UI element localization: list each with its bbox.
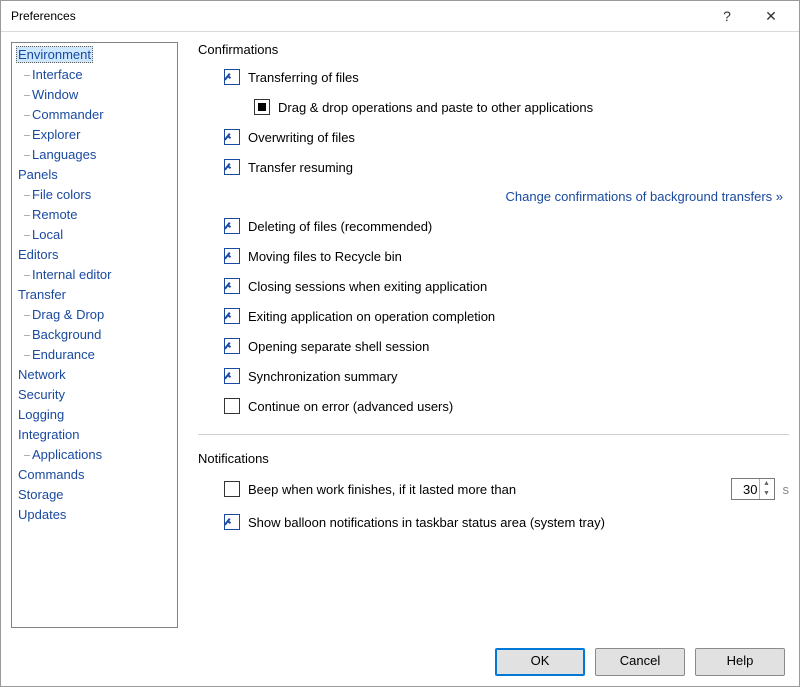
checkbox-sync[interactable] [224, 368, 240, 384]
section-divider [198, 434, 789, 435]
tree-item[interactable]: Panels [12, 165, 177, 185]
checkbox-transferring[interactable] [224, 69, 240, 85]
row-transferring: Transferring of files [198, 69, 789, 85]
unit-seconds: s [783, 482, 790, 497]
checkbox-exiting[interactable] [224, 308, 240, 324]
tree-item[interactable]: Security [12, 385, 177, 405]
tree-item[interactable]: Window [12, 85, 177, 105]
nav-tree[interactable]: EnvironmentInterfaceWindowCommanderExplo… [11, 42, 178, 628]
label-overwriting: Overwriting of files [248, 130, 355, 145]
label-shell: Opening separate shell session [248, 339, 429, 354]
checkbox-deleting[interactable] [224, 218, 240, 234]
row-resuming: Transfer resuming [198, 159, 789, 175]
tree-item[interactable]: Drag & Drop [12, 305, 177, 325]
help-icon[interactable]: ? [705, 2, 749, 30]
tree-item[interactable]: Commander [12, 105, 177, 125]
checkbox-closing[interactable] [224, 278, 240, 294]
row-continue: Continue on error (advanced users) [198, 398, 789, 414]
settings-panel: Confirmations Transferring of files Drag… [198, 42, 789, 628]
tree-item[interactable]: Storage [12, 485, 177, 505]
label-deleting: Deleting of files (recommended) [248, 219, 432, 234]
spinner-up-icon[interactable]: ▲ [760, 479, 774, 489]
label-closing: Closing sessions when exiting applicatio… [248, 279, 487, 294]
spinner-down-icon[interactable]: ▼ [760, 489, 774, 499]
label-continue: Continue on error (advanced users) [248, 399, 453, 414]
section-confirmations-title: Confirmations [198, 42, 789, 57]
label-transferring: Transferring of files [248, 70, 359, 85]
label-exiting: Exiting application on operation complet… [248, 309, 495, 324]
checkbox-dragdrop[interactable] [254, 99, 270, 115]
preferences-window: Preferences ? ✕ EnvironmentInterfaceWind… [0, 0, 800, 687]
spinner-value: 30 [743, 482, 757, 497]
tree-item[interactable]: Environment [12, 45, 177, 65]
tree-item[interactable]: Languages [12, 145, 177, 165]
help-button[interactable]: Help [695, 648, 785, 676]
checkbox-beep[interactable] [224, 481, 240, 497]
tree-item[interactable]: Local [12, 225, 177, 245]
tree-item[interactable]: Remote [12, 205, 177, 225]
tree-item[interactable]: Internal editor [12, 265, 177, 285]
spinner-beep-seconds[interactable]: 30 ▲ ▼ [731, 478, 775, 500]
checkbox-shell[interactable] [224, 338, 240, 354]
tree-item[interactable]: Endurance [12, 345, 177, 365]
ok-button[interactable]: OK [495, 648, 585, 676]
checkbox-balloon[interactable] [224, 514, 240, 530]
checkbox-recycle[interactable] [224, 248, 240, 264]
label-recycle: Moving files to Recycle bin [248, 249, 402, 264]
row-exiting: Exiting application on operation complet… [198, 308, 789, 324]
row-deleting: Deleting of files (recommended) [198, 218, 789, 234]
tree-item[interactable]: Commands [12, 465, 177, 485]
client-area: EnvironmentInterfaceWindowCommanderExplo… [1, 32, 799, 638]
tree-item[interactable]: Explorer [12, 125, 177, 145]
label-resuming: Transfer resuming [248, 160, 353, 175]
tree-item[interactable]: Logging [12, 405, 177, 425]
dialog-footer: OK Cancel Help [1, 638, 799, 686]
tree-item[interactable]: Network [12, 365, 177, 385]
row-balloon: Show balloon notifications in taskbar st… [198, 514, 789, 530]
checkbox-resuming[interactable] [224, 159, 240, 175]
row-sync: Synchronization summary [198, 368, 789, 384]
titlebar: Preferences ? ✕ [1, 1, 799, 32]
section-notifications-title: Notifications [198, 451, 789, 466]
row-closing: Closing sessions when exiting applicatio… [198, 278, 789, 294]
tree-item[interactable]: Integration [12, 425, 177, 445]
row-shell: Opening separate shell session [198, 338, 789, 354]
row-dragdrop: Drag & drop operations and paste to othe… [198, 99, 789, 115]
window-title: Preferences [11, 9, 705, 23]
checkbox-continue[interactable] [224, 398, 240, 414]
label-beep: Beep when work finishes, if it lasted mo… [248, 482, 516, 497]
label-balloon: Show balloon notifications in taskbar st… [248, 515, 605, 530]
tree-item[interactable]: Editors [12, 245, 177, 265]
close-icon[interactable]: ✕ [749, 2, 793, 30]
row-recycle: Moving files to Recycle bin [198, 248, 789, 264]
tree-item[interactable]: Updates [12, 505, 177, 525]
tree-item[interactable]: Background [12, 325, 177, 345]
row-beep: Beep when work finishes, if it lasted mo… [198, 478, 789, 500]
tree-item[interactable]: Transfer [12, 285, 177, 305]
row-overwriting: Overwriting of files [198, 129, 789, 145]
link-background-confirmations[interactable]: Change confirmations of background trans… [506, 189, 784, 204]
checkbox-overwriting[interactable] [224, 129, 240, 145]
tree-item[interactable]: Applications [12, 445, 177, 465]
label-dragdrop: Drag & drop operations and paste to othe… [278, 100, 593, 115]
tree-item[interactable]: File colors [12, 185, 177, 205]
tree-item[interactable]: Interface [12, 65, 177, 85]
label-sync: Synchronization summary [248, 369, 398, 384]
row-bg-link: Change confirmations of background trans… [198, 189, 789, 204]
cancel-button[interactable]: Cancel [595, 648, 685, 676]
